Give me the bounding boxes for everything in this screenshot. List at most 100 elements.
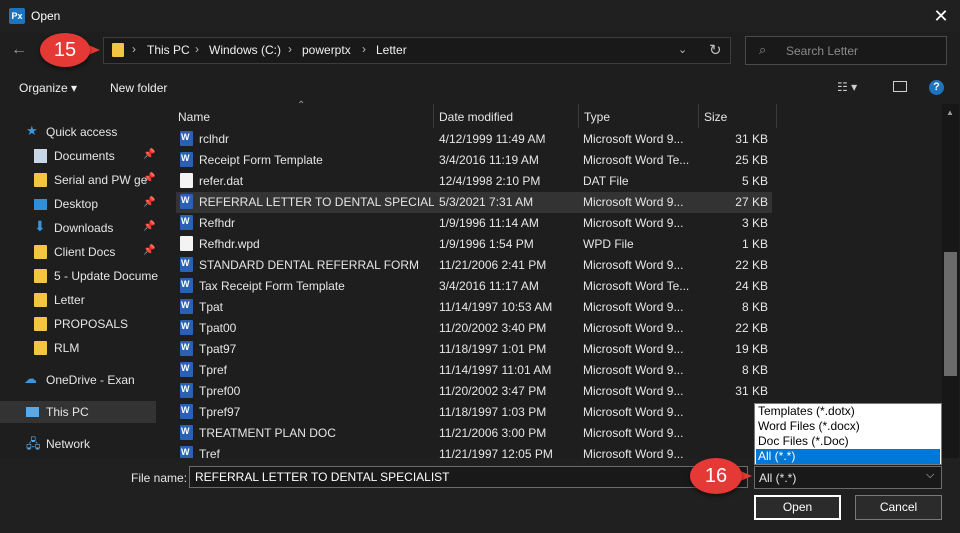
folder-icon bbox=[34, 173, 47, 187]
preview-pane-icon[interactable] bbox=[893, 81, 907, 92]
nav-client-docs[interactable]: Client Docs 📌 bbox=[0, 241, 158, 263]
column-divider[interactable] bbox=[433, 104, 434, 128]
pin-icon: 📌 bbox=[143, 245, 156, 256]
word-document-icon bbox=[180, 425, 193, 440]
callout-badge-16: 16 bbox=[690, 458, 742, 494]
nav-rlm[interactable]: RLM bbox=[0, 337, 158, 359]
file-row[interactable]: STANDARD DENTAL REFERRAL FORM11/21/2006 … bbox=[176, 255, 772, 276]
file-type-option[interactable]: Templates (*.dotx) bbox=[756, 404, 940, 419]
breadcrumb-windows-c[interactable]: Windows (C:) bbox=[209, 43, 281, 57]
column-divider[interactable] bbox=[776, 104, 777, 128]
pin-icon: 📌 bbox=[143, 197, 156, 208]
cloud-icon: ☁ bbox=[24, 371, 37, 386]
close-button[interactable]: ✕ bbox=[928, 3, 954, 29]
file-type-option[interactable]: Doc Files (*.Doc) bbox=[756, 434, 940, 449]
star-icon: ★ bbox=[26, 123, 38, 138]
word-document-icon bbox=[180, 299, 193, 314]
word-document-icon bbox=[180, 215, 193, 230]
cancel-button[interactable]: Cancel bbox=[855, 495, 942, 520]
file-row[interactable]: Tpat0011/20/2002 3:40 PMMicrosoft Word 9… bbox=[176, 318, 772, 339]
column-name[interactable]: Name bbox=[178, 110, 210, 124]
scrollbar-thumb[interactable] bbox=[944, 252, 957, 376]
nav-documents[interactable]: Documents 📌 bbox=[0, 145, 158, 167]
breadcrumb-chevron-icon: › bbox=[288, 42, 292, 56]
nav-network[interactable]: 🖧 Network bbox=[0, 433, 158, 455]
breadcrumb-chevron-icon: › bbox=[362, 42, 366, 56]
network-icon: 🖧 bbox=[26, 436, 41, 451]
refresh-icon[interactable]: ↻ bbox=[709, 41, 722, 59]
word-document-icon bbox=[180, 362, 193, 377]
folder-icon bbox=[34, 269, 47, 283]
nav-onedrive[interactable]: ☁ OneDrive - Exan bbox=[0, 369, 158, 391]
file-row[interactable]: Refhdr.wpd 1/9/1996 1:54 PM WPD File 1 KB bbox=[176, 234, 772, 255]
file-icon bbox=[180, 236, 193, 251]
window-title: Open bbox=[31, 9, 61, 23]
file-row[interactable]: TREATMENT PLAN DOC11/21/2006 3:00 PMMicr… bbox=[176, 423, 772, 444]
word-document-icon bbox=[180, 194, 193, 209]
file-type-value: All (*.*) bbox=[759, 471, 797, 485]
scroll-up-icon[interactable]: ▲ bbox=[946, 108, 954, 117]
folder-icon bbox=[34, 293, 47, 307]
column-date[interactable]: Date modified bbox=[439, 110, 513, 124]
file-name-input[interactable] bbox=[189, 466, 748, 488]
file-type-option-selected[interactable]: All (*.*) bbox=[756, 449, 940, 464]
nav-scrollbar[interactable] bbox=[158, 104, 174, 458]
documents-icon bbox=[34, 149, 47, 163]
file-row[interactable]: refer.dat 12/4/1998 2:10 PM DAT File 5 KB bbox=[176, 171, 772, 192]
nav-downloads[interactable]: ⬇ Downloads 📌 bbox=[0, 217, 158, 239]
file-icon bbox=[180, 173, 193, 188]
folder-icon bbox=[34, 341, 47, 355]
pin-icon: 📌 bbox=[143, 221, 156, 232]
chevron-down-icon[interactable]: ⌄ bbox=[678, 43, 687, 56]
open-button[interactable]: Open bbox=[754, 495, 841, 520]
file-type-option[interactable]: Word Files (*.docx) bbox=[756, 419, 940, 434]
nav-letter[interactable]: Letter bbox=[0, 289, 158, 311]
search-placeholder: Search Letter bbox=[786, 44, 859, 58]
back-arrow-icon[interactable]: ← bbox=[8, 37, 30, 63]
word-document-icon bbox=[180, 152, 193, 167]
nav-proposals[interactable]: PROPOSALS bbox=[0, 313, 158, 335]
search-icon: ⌕ bbox=[759, 42, 767, 57]
file-type-dropdown-list: Templates (*.dotx) Word Files (*.docx) D… bbox=[754, 403, 942, 465]
file-row[interactable]: Tpat9711/18/1997 1:01 PMMicrosoft Word 9… bbox=[176, 339, 772, 360]
folder-icon bbox=[34, 245, 47, 259]
column-divider[interactable] bbox=[698, 104, 699, 128]
nav-quick-access[interactable]: ★ Quick access bbox=[0, 121, 158, 143]
sort-caret-icon: ⌃ bbox=[297, 100, 306, 111]
file-row[interactable]: rclhdr4/12/1999 11:49 AMMicrosoft Word 9… bbox=[176, 129, 772, 150]
pin-icon: 📌 bbox=[143, 173, 156, 184]
nav-serial-pw[interactable]: Serial and PW ge 📌 bbox=[0, 169, 158, 191]
computer-icon bbox=[26, 407, 39, 417]
file-row[interactable]: Tpat11/14/1997 10:53 AMMicrosoft Word 9.… bbox=[176, 297, 772, 318]
title-bar bbox=[0, 0, 960, 32]
column-type[interactable]: Type bbox=[584, 110, 610, 124]
file-row[interactable]: Tpref9711/18/1997 1:03 PMMicrosoft Word … bbox=[176, 402, 772, 423]
breadcrumb-this-pc[interactable]: This PC bbox=[147, 43, 190, 57]
word-document-icon bbox=[180, 320, 193, 335]
help-icon[interactable]: ? bbox=[929, 80, 944, 95]
breadcrumb-powerptx[interactable]: powerptx bbox=[302, 43, 351, 57]
nav-desktop[interactable]: Desktop 📌 bbox=[0, 193, 158, 215]
new-folder-button[interactable]: New folder bbox=[110, 81, 167, 95]
folder-icon bbox=[112, 43, 124, 57]
view-options-icon[interactable]: ☷ ▾ bbox=[837, 80, 857, 94]
file-row-selected[interactable]: REFERRAL LETTER TO DENTAL SPECIALIST5/3/… bbox=[176, 192, 772, 213]
download-arrow-icon: ⬇ bbox=[34, 218, 46, 234]
nav-this-pc[interactable]: This PC bbox=[0, 401, 156, 423]
organize-menu[interactable]: Organize ▾ bbox=[19, 81, 77, 95]
word-document-icon bbox=[180, 131, 193, 146]
breadcrumb-chevron-icon: › bbox=[132, 42, 136, 56]
file-row[interactable]: Refhdr1/9/1996 11:14 AMMicrosoft Word 9.… bbox=[176, 213, 772, 234]
word-document-icon bbox=[180, 383, 193, 398]
file-row[interactable]: Tref11/21/1997 12:05 PMMicrosoft Word 9.… bbox=[176, 444, 772, 458]
file-row[interactable]: Tpref11/14/1997 11:01 AMMicrosoft Word 9… bbox=[176, 360, 772, 381]
folder-icon bbox=[34, 317, 47, 331]
file-row[interactable]: Tpref0011/20/2002 3:47 PMMicrosoft Word … bbox=[176, 381, 772, 402]
nav-update-docs[interactable]: 5 - Update Docume bbox=[0, 265, 158, 287]
breadcrumb-letter[interactable]: Letter bbox=[376, 43, 407, 57]
column-size[interactable]: Size bbox=[704, 110, 727, 124]
word-document-icon bbox=[180, 257, 193, 272]
file-row[interactable]: Tax Receipt Form Template3/4/2016 11:17 … bbox=[176, 276, 772, 297]
column-divider[interactable] bbox=[578, 104, 579, 128]
file-row[interactable]: Receipt Form Template3/4/2016 11:19 AMMi… bbox=[176, 150, 772, 171]
